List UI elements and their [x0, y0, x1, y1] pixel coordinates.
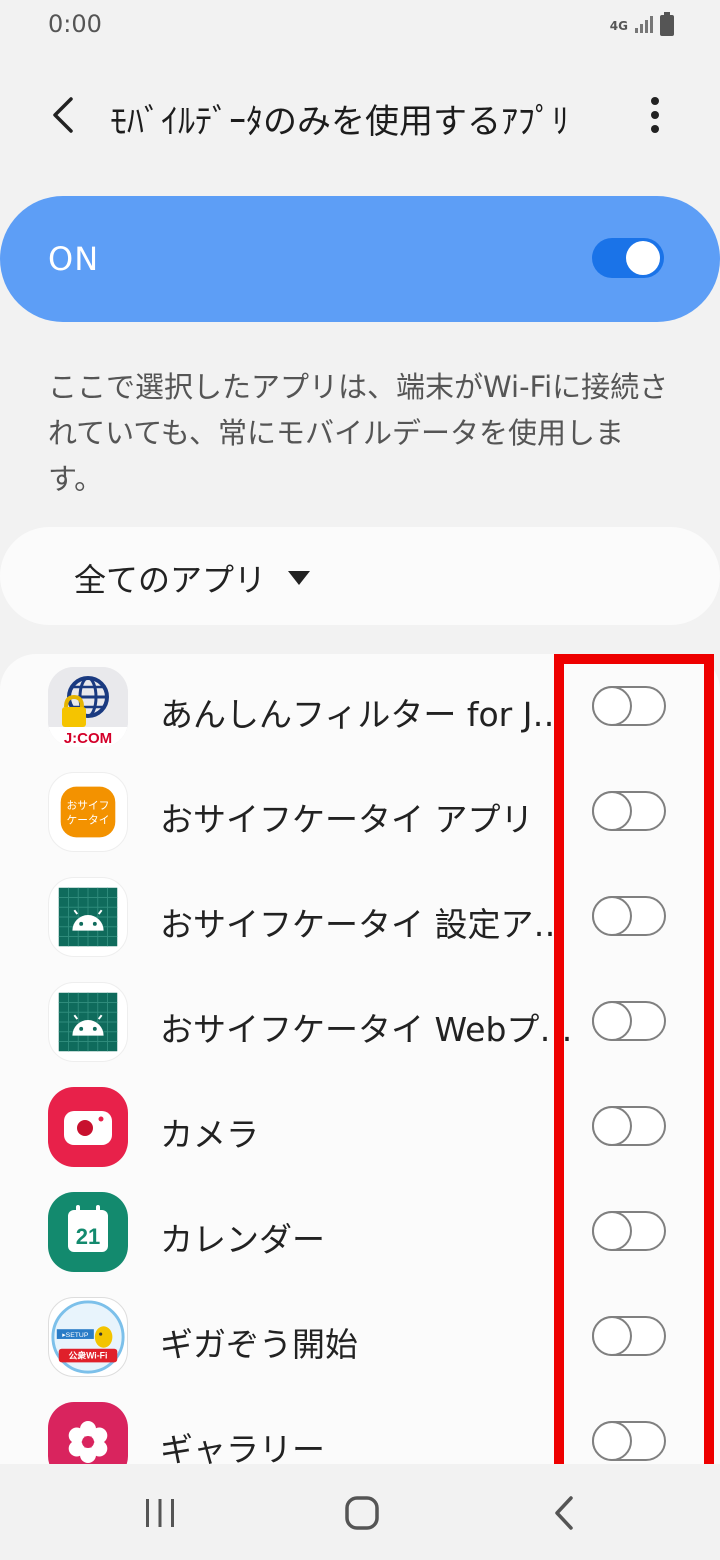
anshin-filter-icon: J:COM [48, 667, 128, 747]
list-item[interactable]: おサイフケータイ Webプラグイン [0, 969, 720, 1074]
android-icon [48, 877, 128, 957]
app-toggle-switch[interactable] [592, 1001, 666, 1041]
app-toggle-switch[interactable] [592, 1106, 666, 1146]
filter-label: 全てのアプリ [74, 561, 267, 599]
app-name: ギガぞう開始 [160, 1325, 358, 1364]
app-name: あんしんフィルター for J:COM [160, 695, 575, 734]
list-item[interactable]: ギャラリー [0, 1389, 720, 1464]
battery-icon [660, 12, 674, 40]
back-nav-button[interactable] [534, 1488, 594, 1538]
toggle-knob [592, 1106, 632, 1146]
home-button[interactable] [332, 1488, 392, 1538]
app-name: カレンダー [160, 1220, 325, 1259]
app-toggle-switch[interactable] [592, 791, 666, 831]
app-list: J:COM あんしんフィルター for J:COM おサイフ ケータイ おサイフ… [0, 654, 720, 1464]
description-text: ここで選択したアプリは、端末がWi-Fiに接続されていても、常にモバイルデータを… [48, 370, 669, 496]
status-bar: 0:00 4G [0, 0, 720, 50]
list-item[interactable]: ▸SETUP 公衆Wi-Fi ギガぞう開始 [0, 1284, 720, 1389]
svg-text:おサイフ: おサイフ [67, 800, 110, 812]
navigation-bar [0, 1464, 720, 1560]
toggle-knob [592, 1316, 632, 1356]
list-item[interactable]: おサイフケータイ 設定アプリ [0, 864, 720, 969]
master-toggle-switch[interactable] [592, 238, 664, 278]
master-switch-bar[interactable]: ON [0, 196, 720, 322]
app-toggle-switch[interactable] [592, 1211, 666, 1251]
status-time: 0:00 [48, 10, 102, 38]
svg-text:▸SETUP: ▸SETUP [62, 1332, 89, 1339]
svg-text:ケータイ: ケータイ [67, 815, 110, 827]
recent-apps-button[interactable] [130, 1488, 190, 1538]
toggle-knob [592, 1421, 632, 1461]
back-icon [555, 1496, 573, 1530]
dropdown-arrow-icon [288, 571, 311, 585]
svg-text:21: 21 [76, 1224, 100, 1249]
camera-icon [48, 1087, 128, 1167]
more-options-button[interactable] [630, 90, 680, 140]
toggle-knob [592, 1001, 632, 1041]
svg-text:J:COM: J:COM [64, 730, 112, 747]
calendar-icon: 21 [48, 1192, 128, 1272]
svg-text:公衆Wi-Fi: 公衆Wi-Fi [69, 1349, 108, 1360]
status-icons: 4G [610, 12, 674, 40]
list-item[interactable]: おサイフ ケータイ おサイフケータイ アプリ [0, 759, 720, 864]
toggle-knob [592, 791, 632, 831]
app-toggle-switch[interactable] [592, 1316, 666, 1356]
app-name: おサイフケータイ Webプラグイン [160, 1010, 575, 1049]
back-button[interactable] [38, 90, 88, 140]
toggle-knob [592, 686, 632, 726]
toggle-knob [626, 241, 660, 275]
network-type-label: 4G [609, 19, 628, 33]
gallery-icon [48, 1402, 128, 1464]
app-name: おサイフケータイ アプリ [160, 800, 534, 839]
toggle-knob [592, 896, 632, 936]
signal-icon [634, 14, 654, 38]
osaifu-keitai-icon: おサイフ ケータイ [48, 772, 128, 852]
recent-apps-icon [146, 1499, 174, 1527]
app-name: おサイフケータイ 設定アプリ [160, 905, 575, 944]
app-toggle-switch[interactable] [592, 896, 666, 936]
list-item[interactable]: 21 カレンダー [0, 1179, 720, 1284]
app-name: ギャラリー [160, 1430, 325, 1464]
app-toggle-switch[interactable] [592, 1421, 666, 1461]
master-switch-label: ON [48, 240, 100, 278]
filter-card: 全てのアプリ [0, 527, 720, 625]
toggle-knob [592, 1211, 632, 1251]
list-item[interactable]: カメラ [0, 1074, 720, 1179]
list-item[interactable]: J:COM あんしんフィルター for J:COM [0, 654, 720, 759]
app-bar: ﾓﾊﾞｲﾙﾃﾞｰﾀのみを使用するｱﾌﾟﾘ [0, 70, 720, 160]
gigazo-icon: ▸SETUP 公衆Wi-Fi [48, 1297, 128, 1377]
chevron-left-icon [53, 97, 73, 133]
android-icon [48, 982, 128, 1062]
more-vert-icon [651, 97, 659, 133]
app-toggle-switch[interactable] [592, 686, 666, 726]
app-filter-dropdown[interactable]: 全てのアプリ [74, 555, 311, 601]
page-title: ﾓﾊﾞｲﾙﾃﾞｰﾀのみを使用するｱﾌﾟﾘ [110, 102, 569, 142]
home-icon [345, 1496, 379, 1530]
app-name: カメラ [160, 1115, 259, 1154]
